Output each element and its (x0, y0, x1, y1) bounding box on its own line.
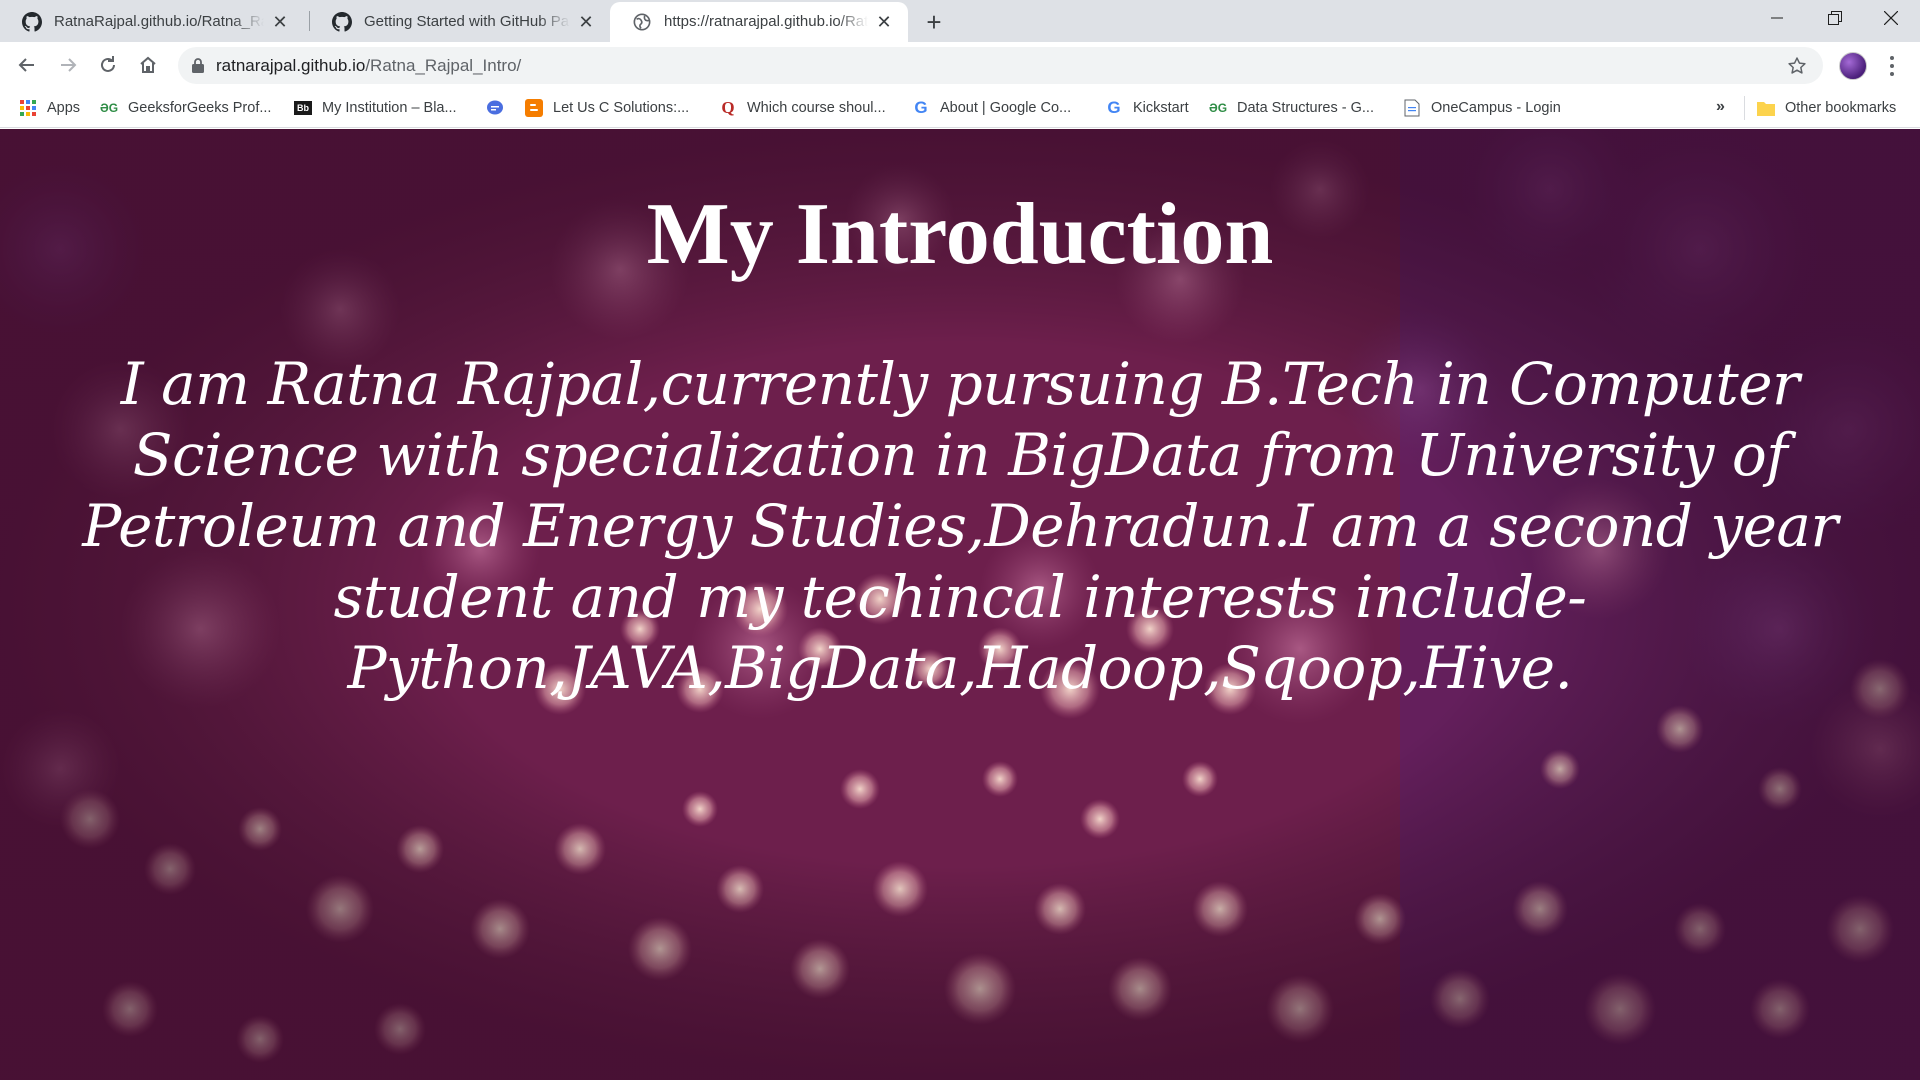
back-button[interactable] (11, 49, 43, 81)
url-text[interactable]: ratnarajpal.github.io/Ratna_Rajpal_Intro… (216, 56, 521, 76)
bookmark-my-institution[interactable]: Bb My Institution – Bla... (294, 96, 457, 120)
close-tab-icon[interactable]: ✕ (270, 12, 290, 32)
bookmark-onecampus[interactable]: OneCampus - Login (1403, 96, 1561, 120)
lock-icon[interactable] (190, 58, 206, 74)
document-icon (1403, 99, 1421, 117)
globe-icon (632, 12, 652, 32)
bookmark-label: My Institution – Bla... (322, 100, 457, 116)
quora-icon: Q (721, 98, 735, 117)
page-content: My Introduction I am Ratna Rajpal,curren… (0, 129, 1920, 1080)
close-tab-icon[interactable]: ✕ (576, 12, 596, 32)
tab-ratnarajpal-intro[interactable]: https://ratnarajpal.github.io/Ratna_Rajp… (610, 2, 908, 42)
close-window-button[interactable] (1862, 0, 1920, 36)
apps-grid-icon (19, 99, 37, 117)
tab-title: https://ratnarajpal.github.io/Ratna_Rajp… (664, 13, 868, 30)
url-domain: ratnarajpal.github.io (216, 55, 366, 75)
home-button[interactable] (132, 49, 164, 81)
bookmark-label: Which course shoul... (747, 100, 886, 116)
bookmark-data-structures[interactable]: ƏG Data Structures - G... (1209, 96, 1374, 120)
tab-github-pages[interactable]: Getting Started with GitHub Pages ✕ (310, 2, 610, 42)
tab-strip: RatnaRajpal.github.io/Ratna_Rajpal ✕ Get… (0, 0, 1920, 42)
bookmark-label: OneCampus - Login (1431, 100, 1561, 116)
google-icon: G (1107, 98, 1121, 117)
bookmark-label: GeeksforGeeks Prof... (128, 100, 272, 116)
bookmark-apps[interactable]: Apps (19, 96, 80, 120)
gfg-icon: ƏG (1208, 101, 1228, 115)
chat-bubble-icon (486, 99, 504, 117)
blackboard-icon: Bb (294, 101, 312, 115)
bookmark-let-us-c[interactable]: Let Us C Solutions:... (525, 96, 689, 120)
other-bookmarks-folder[interactable]: Other bookmarks (1757, 96, 1896, 120)
google-icon: G (914, 98, 928, 117)
browser-menu-icon[interactable] (1882, 54, 1902, 78)
page-title: My Introduction (646, 186, 1274, 283)
bookmark-about-google[interactable]: G About | Google Co... (912, 96, 1071, 120)
gfg-icon: ƏG (99, 101, 119, 115)
reload-button[interactable] (92, 49, 124, 81)
bookmark-label: Kickstart (1133, 100, 1189, 116)
intro-paragraph: I am Ratna Rajpal,currently pursuing B.T… (82, 350, 1838, 702)
bookmark-label: Other bookmarks (1785, 100, 1897, 116)
tab-title: Getting Started with GitHub Pages (364, 13, 570, 30)
url-path: /Ratna_Rajpal_Intro/ (365, 55, 522, 75)
bookmarks-divider (1744, 96, 1745, 120)
bookmark-label: About | Google Co... (940, 100, 1072, 116)
minimize-button[interactable] (1748, 0, 1806, 36)
bookmarks-bar: Apps ƏG GeeksforGeeks Prof... Bb My Inst… (0, 88, 1920, 128)
bookmark-label: Apps (47, 100, 81, 116)
new-tab-button[interactable]: + (920, 7, 948, 37)
bookmarks-overflow-button[interactable]: » (1716, 98, 1725, 116)
bookmark-kickstart[interactable]: G Kickstart (1105, 96, 1189, 120)
profile-avatar[interactable] (1839, 52, 1867, 80)
address-bar[interactable]: ratnarajpal.github.io/Ratna_Rajpal_Intro… (178, 47, 1823, 84)
browser-toolbar: ratnarajpal.github.io/Ratna_Rajpal_Intro… (0, 42, 1920, 88)
blogger-icon (525, 99, 543, 117)
bookmark-label: Data Structures - G... (1237, 100, 1374, 116)
bookmark-quora[interactable]: Q Which course shoul... (719, 96, 886, 120)
github-icon (332, 12, 352, 32)
restore-button[interactable] (1806, 0, 1864, 36)
close-tab-icon[interactable]: ✕ (874, 12, 894, 32)
bookmark-geeksforgeeks-profile[interactable]: ƏG GeeksforGeeks Prof... (100, 96, 271, 120)
tab-title: RatnaRajpal.github.io/Ratna_Rajpal (54, 13, 264, 30)
bookmark-chat[interactable] (486, 96, 514, 120)
forward-button[interactable] (52, 49, 84, 81)
bookmark-label: Let Us C Solutions:... (553, 100, 690, 116)
folder-icon (1757, 99, 1775, 117)
github-icon (22, 12, 42, 32)
tab-ratna-rajpal-repo[interactable]: RatnaRajpal.github.io/Ratna_Rajpal ✕ (0, 2, 304, 42)
bookmark-star-icon[interactable] (1787, 56, 1807, 76)
